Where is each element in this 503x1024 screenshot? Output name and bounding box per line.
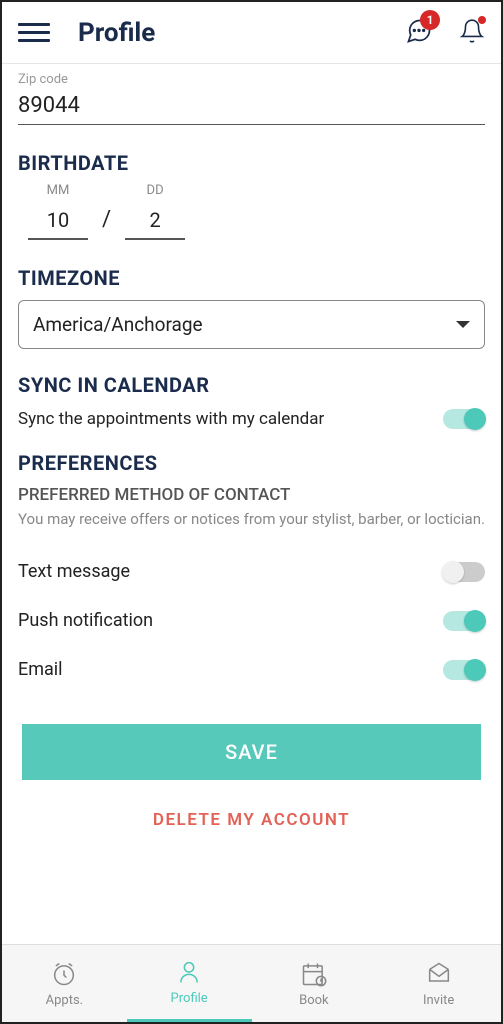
preferences-description: You may receive offers or notices from y… bbox=[18, 509, 485, 529]
sync-row: Sync the appointments with my calendar bbox=[18, 409, 485, 429]
chat-badge: 1 bbox=[420, 10, 440, 30]
content-scroll[interactable]: Zip code 89044 BIRTHDATE MM 10 / DD 2 TI… bbox=[2, 64, 501, 944]
chevron-down-icon bbox=[456, 321, 470, 328]
month-input[interactable]: 10 bbox=[28, 204, 88, 240]
bottom-nav: Appts. Profile Book Invite bbox=[2, 944, 501, 1022]
zip-label: Zip code bbox=[18, 72, 485, 87]
pref-label: Push notification bbox=[18, 610, 153, 631]
birthdate-row: MM 10 / DD 2 bbox=[28, 183, 485, 240]
profile-icon bbox=[174, 958, 204, 986]
timezone-dropdown[interactable]: America/Anchorage bbox=[18, 300, 485, 349]
day-label: DD bbox=[147, 183, 164, 198]
zip-input[interactable]: 89044 bbox=[18, 87, 485, 125]
birthdate-month-field: MM 10 bbox=[28, 183, 88, 240]
sync-description: Sync the appointments with my calendar bbox=[18, 409, 324, 429]
calendar-icon bbox=[299, 960, 329, 988]
timezone-title: TIMEZONE bbox=[18, 266, 485, 290]
chat-button[interactable]: 1 bbox=[405, 17, 433, 49]
sync-title: SYNC IN CALENDAR bbox=[18, 373, 485, 397]
nav-book[interactable]: Book bbox=[252, 945, 377, 1022]
pref-row-text: Text message bbox=[18, 547, 485, 596]
pref-label: Text message bbox=[18, 561, 130, 582]
nav-appts[interactable]: Appts. bbox=[2, 945, 127, 1022]
nav-invite[interactable]: Invite bbox=[376, 945, 501, 1022]
sync-toggle[interactable] bbox=[443, 409, 485, 429]
envelope-icon bbox=[424, 960, 454, 988]
email-toggle[interactable] bbox=[443, 660, 485, 680]
nav-label: Profile bbox=[171, 991, 208, 1006]
pref-row-email: Email bbox=[18, 645, 485, 694]
nav-profile[interactable]: Profile bbox=[127, 945, 252, 1022]
day-input[interactable]: 2 bbox=[125, 204, 185, 240]
delete-account-button[interactable]: DELETE MY ACCOUNT bbox=[18, 810, 485, 830]
birthdate-title: BIRTHDATE bbox=[18, 151, 485, 175]
menu-button[interactable] bbox=[18, 17, 50, 49]
notifications-button[interactable] bbox=[459, 18, 485, 48]
pref-label: Email bbox=[18, 659, 63, 680]
hamburger-icon bbox=[18, 23, 50, 26]
text-message-toggle[interactable] bbox=[443, 562, 485, 582]
date-separator: / bbox=[102, 207, 111, 240]
preferences-subtitle: PREFERRED METHOD OF CONTACT bbox=[18, 485, 485, 505]
preferences-title: PREFERENCES bbox=[18, 451, 485, 475]
push-notification-toggle[interactable] bbox=[443, 611, 485, 631]
save-button[interactable]: SAVE bbox=[22, 724, 481, 780]
app-header: Profile 1 bbox=[2, 2, 501, 64]
page-title: Profile bbox=[78, 18, 405, 48]
header-actions: 1 bbox=[405, 17, 485, 49]
nav-label: Book bbox=[299, 993, 329, 1008]
notification-dot-icon bbox=[478, 16, 486, 24]
month-label: MM bbox=[47, 183, 70, 198]
pref-row-push: Push notification bbox=[18, 596, 485, 645]
nav-label: Appts. bbox=[46, 993, 83, 1008]
timezone-value: America/Anchorage bbox=[33, 313, 203, 336]
clock-icon bbox=[49, 960, 79, 988]
nav-label: Invite bbox=[423, 993, 454, 1008]
birthdate-day-field: DD 2 bbox=[125, 183, 185, 240]
